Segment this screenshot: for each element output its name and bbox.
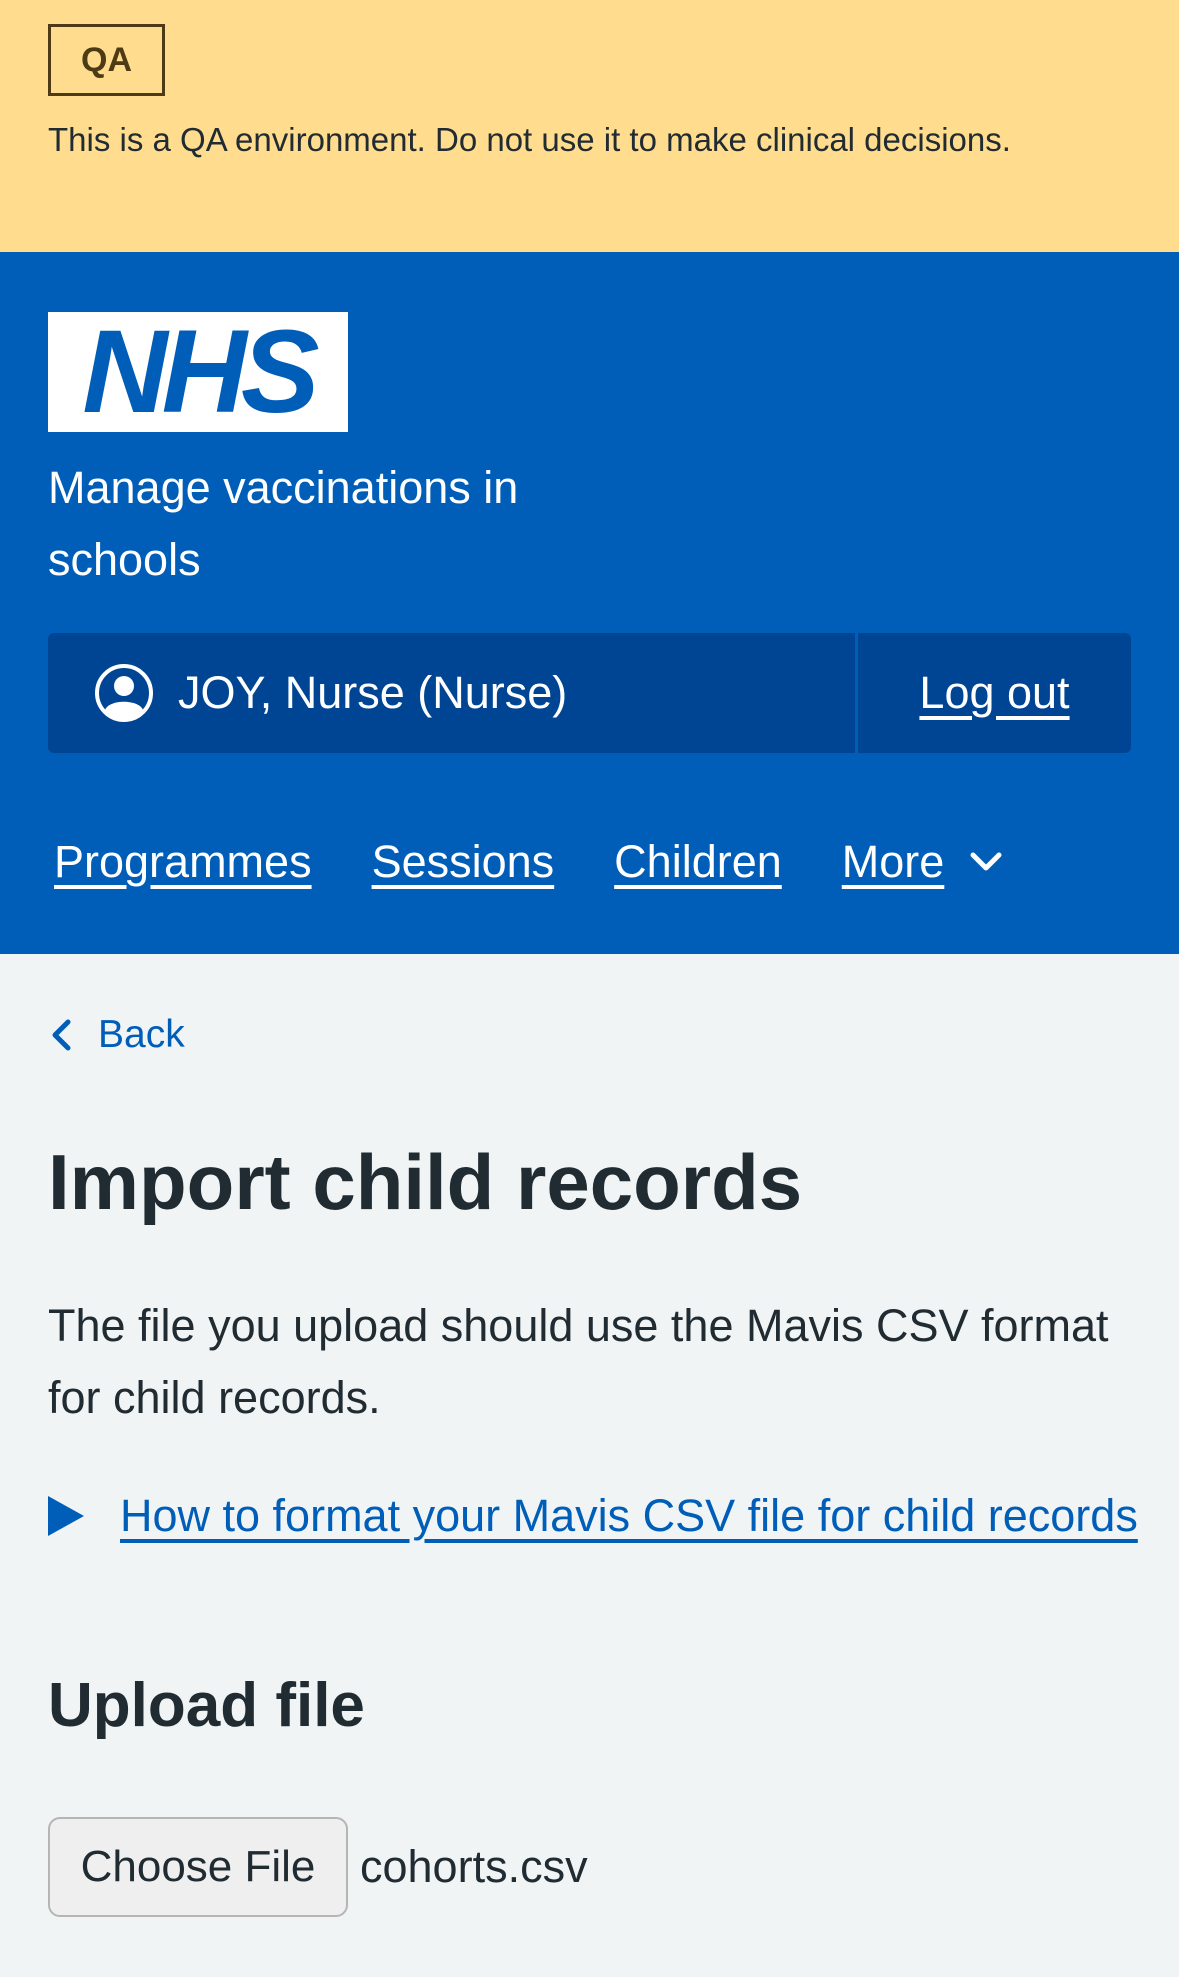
nav-item-children[interactable]: Children [614, 836, 782, 888]
qa-tag: QA [48, 24, 165, 96]
back-link[interactable]: Back [48, 1005, 185, 1065]
nav-item-sessions[interactable]: Sessions [372, 836, 555, 888]
page-title: Import child records [48, 1138, 803, 1226]
nav-item-programmes[interactable]: Programmes [54, 836, 312, 888]
back-label: Back [98, 1013, 185, 1056]
site-header: NHS Manage vaccinations in schools JOY, … [0, 252, 1179, 954]
primary-navigation: Programmes Sessions Children More [54, 822, 1006, 902]
account-user: JOY, Nurse (Nurse) [48, 633, 858, 753]
nav-more-button[interactable]: More [842, 836, 1007, 888]
details-summary-link[interactable]: How to format your Mavis CSV file for ch… [120, 1480, 1138, 1552]
service-name[interactable]: Manage vaccinations in schools [48, 452, 668, 596]
qa-environment-banner: QA This is a QA environment. Do not use … [0, 0, 1179, 252]
expand-arrow-icon [48, 1496, 84, 1536]
logout-link[interactable]: Log out [858, 633, 1131, 753]
chevron-left-icon [52, 1019, 71, 1051]
selected-file-name: cohorts.csv [360, 1841, 588, 1892]
upload-heading: Upload file [48, 1671, 365, 1740]
choose-file-button[interactable]: Choose File [48, 1817, 348, 1917]
intro-text: The file you upload should use the Mavis… [48, 1300, 1109, 1423]
user-icon [95, 664, 153, 722]
chevron-down-icon [970, 852, 1002, 871]
file-input: Choose File cohorts.csv [48, 1817, 588, 1917]
nhs-logo-text: NHS [82, 306, 319, 438]
nhs-logo[interactable]: NHS [48, 312, 348, 432]
account-user-name: JOY, Nurse (Nurse) [178, 667, 568, 718]
format-details[interactable]: How to format your Mavis CSV file for ch… [48, 1480, 1138, 1552]
account-bar: JOY, Nurse (Nurse) Log out [48, 633, 1131, 753]
nav-more-label: More [841, 836, 945, 887]
qa-banner-message: This is a QA environment. Do not use it … [48, 121, 1011, 158]
